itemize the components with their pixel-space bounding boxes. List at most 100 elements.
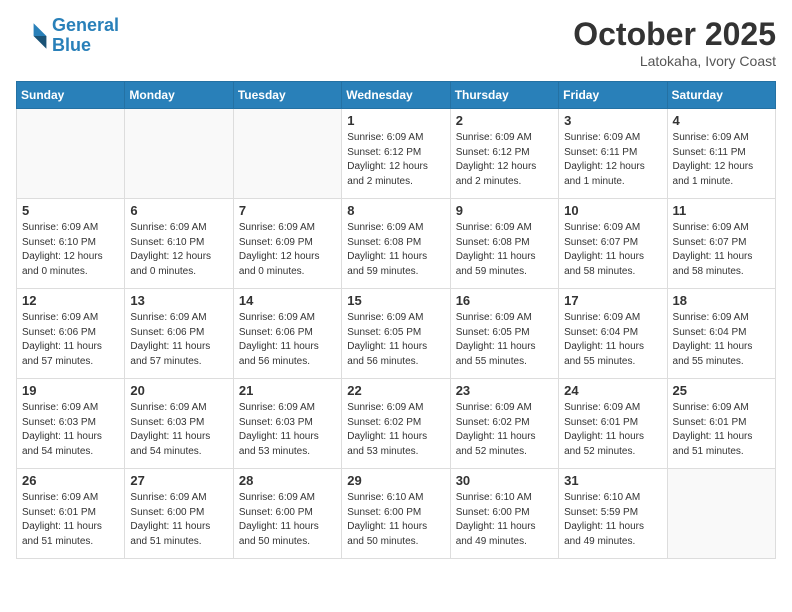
day-number: 7	[239, 203, 336, 218]
day-info: Sunrise: 6:09 AM Sunset: 6:08 PM Dayligh…	[347, 221, 444, 279]
day-number: 26	[22, 473, 119, 488]
day-info: Sunrise: 6:09 AM Sunset: 6:06 PM Dayligh…	[130, 311, 227, 369]
calendar-cell: 18 Sunrise: 6:09 AM Sunset: 6:04 PM Dayli…	[667, 289, 775, 379]
week-row: 26 Sunrise: 6:09 AM Sunset: 6:01 PM Dayli…	[17, 469, 776, 559]
calendar-cell: 27 Sunrise: 6:09 AM Sunset: 6:00 PM Dayli…	[125, 469, 233, 559]
week-row: 19 Sunrise: 6:09 AM Sunset: 6:03 PM Dayli…	[17, 379, 776, 469]
day-number: 10	[564, 203, 661, 218]
day-info: Sunrise: 6:09 AM Sunset: 6:04 PM Dayligh…	[564, 311, 661, 369]
day-info: Sunrise: 6:09 AM Sunset: 6:12 PM Dayligh…	[347, 131, 444, 189]
calendar-header: SundayMondayTuesdayWednesdayThursdayFrid…	[17, 82, 776, 109]
calendar-cell: 25Sunrise: 6:09 AM Sunset: 6:01 PM Dayli…	[667, 379, 775, 469]
calendar-cell: 23 Sunrise: 6:09 AM Sunset: 6:02 PM Dayli…	[450, 379, 558, 469]
location-subtitle: Latokaha, Ivory Coast	[573, 53, 776, 69]
day-number: 28	[239, 473, 336, 488]
day-number: 13	[130, 293, 227, 308]
calendar-cell: 16 Sunrise: 6:09 AM Sunset: 6:05 PM Dayli…	[450, 289, 558, 379]
day-info: Sunrise: 6:09 AM Sunset: 6:01 PM Dayligh…	[564, 401, 661, 459]
day-info: Sunrise: 6:09 AM Sunset: 6:07 PM Dayligh…	[673, 221, 770, 279]
calendar-cell: 6Sunrise: 6:09 AM Sunset: 6:10 PM Daylig…	[125, 199, 233, 289]
day-number: 31	[564, 473, 661, 488]
day-info: Sunrise: 6:09 AM Sunset: 6:08 PM Dayligh…	[456, 221, 553, 279]
calendar-cell: 20 Sunrise: 6:09 AM Sunset: 6:03 PM Dayli…	[125, 379, 233, 469]
calendar-cell: 24Sunrise: 6:09 AM Sunset: 6:01 PM Dayli…	[559, 379, 667, 469]
day-number: 12	[22, 293, 119, 308]
day-info: Sunrise: 6:09 AM Sunset: 6:10 PM Dayligh…	[130, 221, 227, 279]
day-number: 29	[347, 473, 444, 488]
day-info: Sunrise: 6:09 AM Sunset: 6:00 PM Dayligh…	[239, 491, 336, 549]
day-info: Sunrise: 6:09 AM Sunset: 6:06 PM Dayligh…	[239, 311, 336, 369]
logo-text: General Blue	[52, 16, 119, 56]
day-number: 3	[564, 113, 661, 128]
calendar-cell: 26 Sunrise: 6:09 AM Sunset: 6:01 PM Dayli…	[17, 469, 125, 559]
day-info: Sunrise: 6:09 AM Sunset: 6:03 PM Dayligh…	[22, 401, 119, 459]
day-number: 9	[456, 203, 553, 218]
day-info: Sunrise: 6:10 AM Sunset: 6:00 PM Dayligh…	[347, 491, 444, 549]
week-row: 5 Sunrise: 6:09 AM Sunset: 6:10 PM Daylig…	[17, 199, 776, 289]
calendar-cell: 1Sunrise: 6:09 AM Sunset: 6:12 PM Daylig…	[342, 109, 450, 199]
day-info: Sunrise: 6:09 AM Sunset: 6:01 PM Dayligh…	[673, 401, 770, 459]
day-of-week-header: Friday	[559, 82, 667, 109]
calendar-cell: 28 Sunrise: 6:09 AM Sunset: 6:00 PM Dayli…	[233, 469, 341, 559]
day-number: 21	[239, 383, 336, 398]
day-number: 27	[130, 473, 227, 488]
day-number: 19	[22, 383, 119, 398]
day-info: Sunrise: 6:09 AM Sunset: 6:10 PM Dayligh…	[22, 221, 119, 279]
day-number: 5	[22, 203, 119, 218]
calendar-cell: 5 Sunrise: 6:09 AM Sunset: 6:10 PM Daylig…	[17, 199, 125, 289]
day-of-week-header: Monday	[125, 82, 233, 109]
day-number: 17	[564, 293, 661, 308]
day-of-week-header: Wednesday	[342, 82, 450, 109]
day-info: Sunrise: 6:09 AM Sunset: 6:01 PM Dayligh…	[22, 491, 119, 549]
day-number: 2	[456, 113, 553, 128]
calendar-cell: 31 Sunrise: 6:10 AM Sunset: 5:59 PM Dayli…	[559, 469, 667, 559]
day-info: Sunrise: 6:10 AM Sunset: 6:00 PM Dayligh…	[456, 491, 553, 549]
day-number: 8	[347, 203, 444, 218]
calendar-cell	[17, 109, 125, 199]
calendar-cell: 8 Sunrise: 6:09 AM Sunset: 6:08 PM Daylig…	[342, 199, 450, 289]
day-number: 16	[456, 293, 553, 308]
calendar-cell: 22 Sunrise: 6:09 AM Sunset: 6:02 PM Dayli…	[342, 379, 450, 469]
day-number: 20	[130, 383, 227, 398]
day-info: Sunrise: 6:09 AM Sunset: 6:05 PM Dayligh…	[456, 311, 553, 369]
day-info: Sunrise: 6:09 AM Sunset: 6:07 PM Dayligh…	[564, 221, 661, 279]
day-info: Sunrise: 6:09 AM Sunset: 6:03 PM Dayligh…	[130, 401, 227, 459]
calendar-cell: 21Sunrise: 6:09 AM Sunset: 6:03 PM Dayli…	[233, 379, 341, 469]
day-info: Sunrise: 6:09 AM Sunset: 6:11 PM Dayligh…	[564, 131, 661, 189]
day-info: Sunrise: 6:09 AM Sunset: 6:09 PM Dayligh…	[239, 221, 336, 279]
day-number: 22	[347, 383, 444, 398]
day-info: Sunrise: 6:10 AM Sunset: 5:59 PM Dayligh…	[564, 491, 661, 549]
day-info: Sunrise: 6:09 AM Sunset: 6:11 PM Dayligh…	[673, 131, 770, 189]
day-info: Sunrise: 6:09 AM Sunset: 6:02 PM Dayligh…	[347, 401, 444, 459]
calendar-cell: 17 Sunrise: 6:09 AM Sunset: 6:04 PM Dayli…	[559, 289, 667, 379]
day-number: 11	[673, 203, 770, 218]
calendar-cell: 11 Sunrise: 6:09 AM Sunset: 6:07 PM Dayli…	[667, 199, 775, 289]
calendar-cell: 15Sunrise: 6:09 AM Sunset: 6:05 PM Dayli…	[342, 289, 450, 379]
day-of-week-header: Thursday	[450, 82, 558, 109]
day-number: 30	[456, 473, 553, 488]
days-of-week-row: SundayMondayTuesdayWednesdayThursdayFrid…	[17, 82, 776, 109]
calendar-cell: 3 Sunrise: 6:09 AM Sunset: 6:11 PM Daylig…	[559, 109, 667, 199]
day-info: Sunrise: 6:09 AM Sunset: 6:12 PM Dayligh…	[456, 131, 553, 189]
day-info: Sunrise: 6:09 AM Sunset: 6:04 PM Dayligh…	[673, 311, 770, 369]
calendar-cell: 19 Sunrise: 6:09 AM Sunset: 6:03 PM Dayli…	[17, 379, 125, 469]
day-number: 18	[673, 293, 770, 308]
day-number: 23	[456, 383, 553, 398]
title-area: October 2025 Latokaha, Ivory Coast	[573, 16, 776, 69]
calendar-cell	[125, 109, 233, 199]
calendar-cell: 2 Sunrise: 6:09 AM Sunset: 6:12 PM Daylig…	[450, 109, 558, 199]
week-row: 12 Sunrise: 6:09 AM Sunset: 6:06 PM Dayli…	[17, 289, 776, 379]
day-info: Sunrise: 6:09 AM Sunset: 6:00 PM Dayligh…	[130, 491, 227, 549]
day-info: Sunrise: 6:09 AM Sunset: 6:02 PM Dayligh…	[456, 401, 553, 459]
calendar-cell: 10 Sunrise: 6:09 AM Sunset: 6:07 PM Dayli…	[559, 199, 667, 289]
calendar-cell	[667, 469, 775, 559]
calendar-cell	[233, 109, 341, 199]
day-of-week-header: Tuesday	[233, 82, 341, 109]
day-number: 14	[239, 293, 336, 308]
day-number: 4	[673, 113, 770, 128]
calendar-body: 1Sunrise: 6:09 AM Sunset: 6:12 PM Daylig…	[17, 109, 776, 559]
calendar-cell: 30 Sunrise: 6:10 AM Sunset: 6:00 PM Dayli…	[450, 469, 558, 559]
calendar-cell: 7 Sunrise: 6:09 AM Sunset: 6:09 PM Daylig…	[233, 199, 341, 289]
day-info: Sunrise: 6:09 AM Sunset: 6:06 PM Dayligh…	[22, 311, 119, 369]
logo-icon	[16, 20, 48, 52]
